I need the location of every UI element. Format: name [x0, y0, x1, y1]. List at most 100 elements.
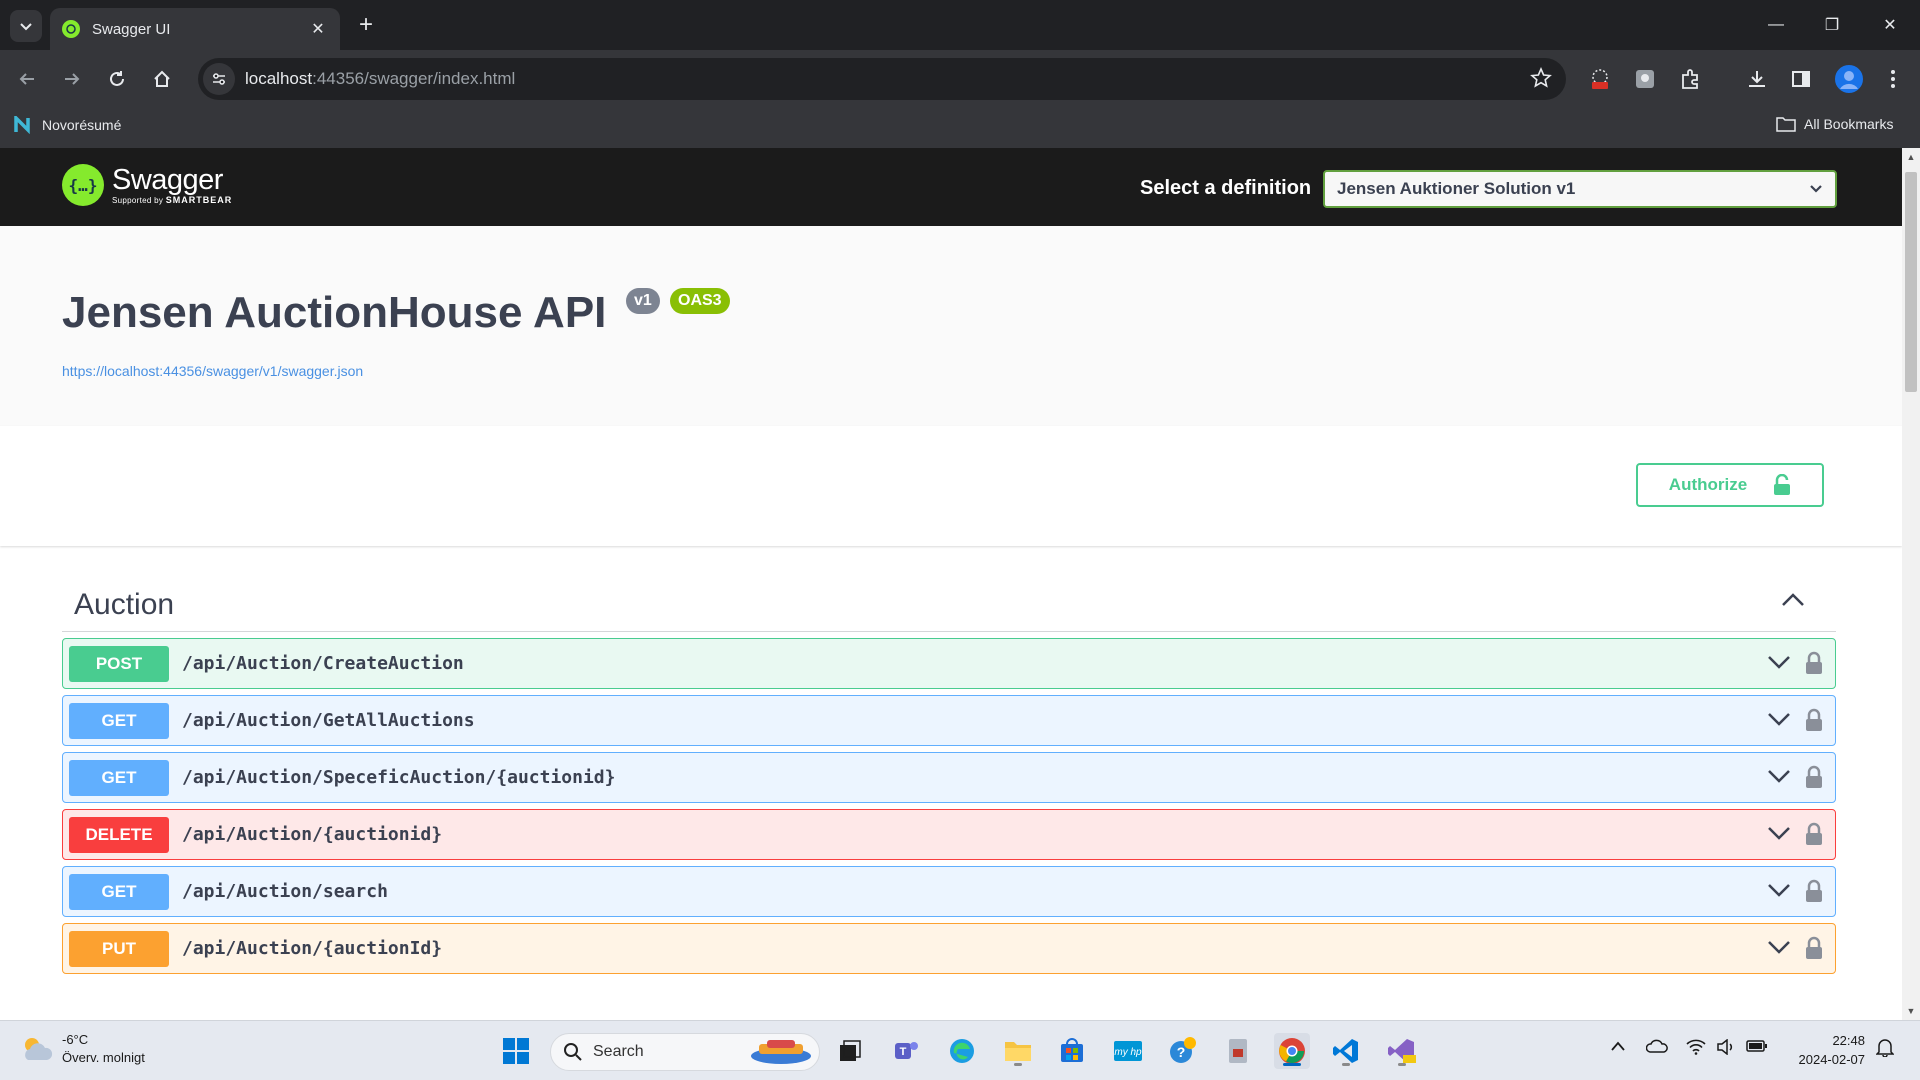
browser-toolbar: localhost:44356/swagger/index.html: [0, 50, 1920, 108]
forward-icon[interactable]: [55, 62, 89, 96]
microsoft-store-icon[interactable]: [1054, 1033, 1090, 1069]
page-scrollbar[interactable]: ▲ ▼: [1902, 148, 1920, 1020]
cloudy-weather-icon: [25, 1038, 53, 1060]
definition-select[interactable]: Jensen Auktioner Solution v1: [1323, 170, 1837, 208]
url-path: :44356/swagger/index.html: [312, 69, 516, 88]
onedrive-icon[interactable]: [1645, 1039, 1668, 1056]
taskbar-search[interactable]: Search: [550, 1033, 820, 1071]
scrollbar-thumb[interactable]: [1905, 172, 1917, 392]
visual-studio-preview-icon[interactable]: [1384, 1033, 1420, 1069]
method-badge: POST: [69, 645, 169, 682]
operation-delete-auction[interactable]: DELETE /api/Auction/{auctionid}: [62, 809, 1836, 860]
swagger-logo-icon: {…}: [62, 164, 104, 206]
search-icon: [564, 1043, 582, 1061]
lock-icon[interactable]: [1805, 765, 1823, 789]
edge-icon[interactable]: [944, 1033, 980, 1069]
windows-start-icon[interactable]: [498, 1033, 534, 1069]
tab-title: Swagger UI: [92, 20, 171, 38]
scroll-down-icon[interactable]: ▼: [1906, 1006, 1916, 1016]
url-text: localhost:44356/swagger/index.html: [245, 69, 515, 89]
operation-path: /api/Auction/{auctionid}: [182, 824, 443, 845]
chevron-up-icon[interactable]: [1780, 592, 1806, 608]
chevron-down-icon[interactable]: [1767, 825, 1791, 841]
page-viewport: {…} Swagger Supported by SMARTBEAR Selec…: [0, 148, 1920, 1020]
all-bookmarks[interactable]: All Bookmarks: [1776, 116, 1893, 132]
vscode-icon[interactable]: [1328, 1033, 1364, 1069]
bookmark-novoresume[interactable]: Novorésumé: [14, 116, 121, 134]
operation-update-auction[interactable]: PUT /api/Auction/{auctionId}: [62, 923, 1836, 974]
new-tab-button[interactable]: +: [352, 12, 380, 40]
restore-icon[interactable]: ❐: [1804, 0, 1860, 50]
file-explorer-icon[interactable]: [1000, 1033, 1036, 1069]
tab-close-icon[interactable]: ✕: [308, 19, 328, 39]
volume-icon[interactable]: [1716, 1038, 1736, 1058]
tag-section-auction: Auction POST /api/Auction/CreateAuction …: [62, 578, 1836, 974]
site-info-icon[interactable]: [203, 63, 235, 95]
tab-search-button[interactable]: [10, 10, 42, 42]
lock-icon[interactable]: [1805, 822, 1823, 846]
weather-widget[interactable]: -6°C Överv. molnigt: [20, 1031, 145, 1067]
profile-avatar[interactable]: [1832, 62, 1866, 96]
helper-app-icon[interactable]: ?: [1164, 1033, 1200, 1069]
back-icon[interactable]: [10, 62, 44, 96]
lock-icon[interactable]: [1805, 879, 1823, 903]
chevron-down-icon: [20, 23, 32, 31]
chevron-down-icon[interactable]: [1767, 882, 1791, 898]
definition-label: Select a definition: [1140, 177, 1312, 199]
swagger-favicon-icon: [62, 20, 80, 38]
operation-path: /api/Auction/SpeceficAuction/{auctionid}: [182, 767, 616, 788]
chrome-icon[interactable]: [1274, 1033, 1310, 1069]
browser-tab-swagger[interactable]: Swagger UI ✕: [50, 8, 340, 50]
swagger-logo[interactable]: {…} Swagger Supported by SMARTBEAR: [62, 164, 232, 206]
wifi-icon[interactable]: [1686, 1039, 1706, 1058]
chevron-down-icon[interactable]: [1767, 711, 1791, 727]
extensions-icon[interactable]: [1676, 64, 1706, 94]
weather-desc: Överv. molnigt: [62, 1050, 145, 1065]
operation-get-all-auctions[interactable]: GET /api/Auction/GetAllAuctions: [62, 695, 1836, 746]
scheme-container: Authorize: [0, 426, 1902, 546]
scroll-up-icon[interactable]: ▲: [1906, 152, 1916, 162]
chevron-down-icon[interactable]: [1767, 768, 1791, 784]
operation-create-auction[interactable]: POST /api/Auction/CreateAuction: [62, 638, 1836, 689]
authorize-button[interactable]: Authorize: [1636, 463, 1824, 507]
running-indicator: [1398, 1063, 1406, 1066]
more-menu-icon[interactable]: [1878, 64, 1908, 94]
extension-puzzle-app-icon[interactable]: [1630, 64, 1660, 94]
reload-icon[interactable]: [100, 62, 134, 96]
lock-icon[interactable]: [1805, 708, 1823, 732]
archive-app-icon[interactable]: [1220, 1033, 1256, 1069]
teams-icon[interactable]: T: [888, 1033, 924, 1069]
version-badge: v1: [626, 288, 660, 314]
minimize-icon[interactable]: —: [1748, 0, 1804, 50]
weather-temp: -6°C: [62, 1032, 89, 1047]
operation-specific-auction[interactable]: GET /api/Auction/SpeceficAuction/{auctio…: [62, 752, 1836, 803]
bookmark-label: Novorésumé: [42, 117, 122, 133]
bookmark-star-icon[interactable]: [1530, 66, 1552, 94]
chevron-down-icon[interactable]: [1767, 939, 1791, 955]
tag-header[interactable]: Auction: [62, 578, 1836, 632]
operation-path: /api/Auction/GetAllAuctions: [182, 710, 475, 731]
myhp-icon[interactable]: my hp: [1110, 1033, 1146, 1069]
window-close-icon[interactable]: ✕: [1862, 0, 1918, 50]
folder-icon: [1776, 117, 1796, 132]
side-panel-icon[interactable]: [1786, 64, 1816, 94]
download-icon[interactable]: [1742, 64, 1772, 94]
home-icon[interactable]: [145, 62, 179, 96]
spec-json-link[interactable]: https://localhost:44356/swagger/v1/swagg…: [62, 363, 363, 379]
address-bar[interactable]: localhost:44356/swagger/index.html: [198, 58, 1566, 100]
taskbar-clock[interactable]: 22:48 2024-02-07: [1785, 1031, 1866, 1069]
lock-icon[interactable]: [1805, 651, 1823, 675]
api-info: Jensen AuctionHouse API v1 OAS3 https://…: [0, 226, 1902, 426]
lock-icon[interactable]: [1805, 936, 1823, 960]
method-badge: PUT: [69, 930, 169, 967]
chevron-down-icon[interactable]: [1767, 654, 1791, 670]
battery-icon[interactable]: [1746, 1039, 1768, 1056]
browser-tab-bar: Swagger UI ✕ + — ❐ ✕: [0, 0, 1920, 50]
method-badge: GET: [69, 759, 169, 796]
operation-search-auction[interactable]: GET /api/Auction/search: [62, 866, 1836, 917]
extension-off-icon[interactable]: [1585, 64, 1615, 94]
api-title: Jensen AuctionHouse API: [62, 288, 607, 337]
task-view-icon[interactable]: [832, 1033, 868, 1069]
show-hidden-icons[interactable]: [1610, 1039, 1626, 1055]
notifications-bell-icon[interactable]: [1875, 1037, 1895, 1060]
